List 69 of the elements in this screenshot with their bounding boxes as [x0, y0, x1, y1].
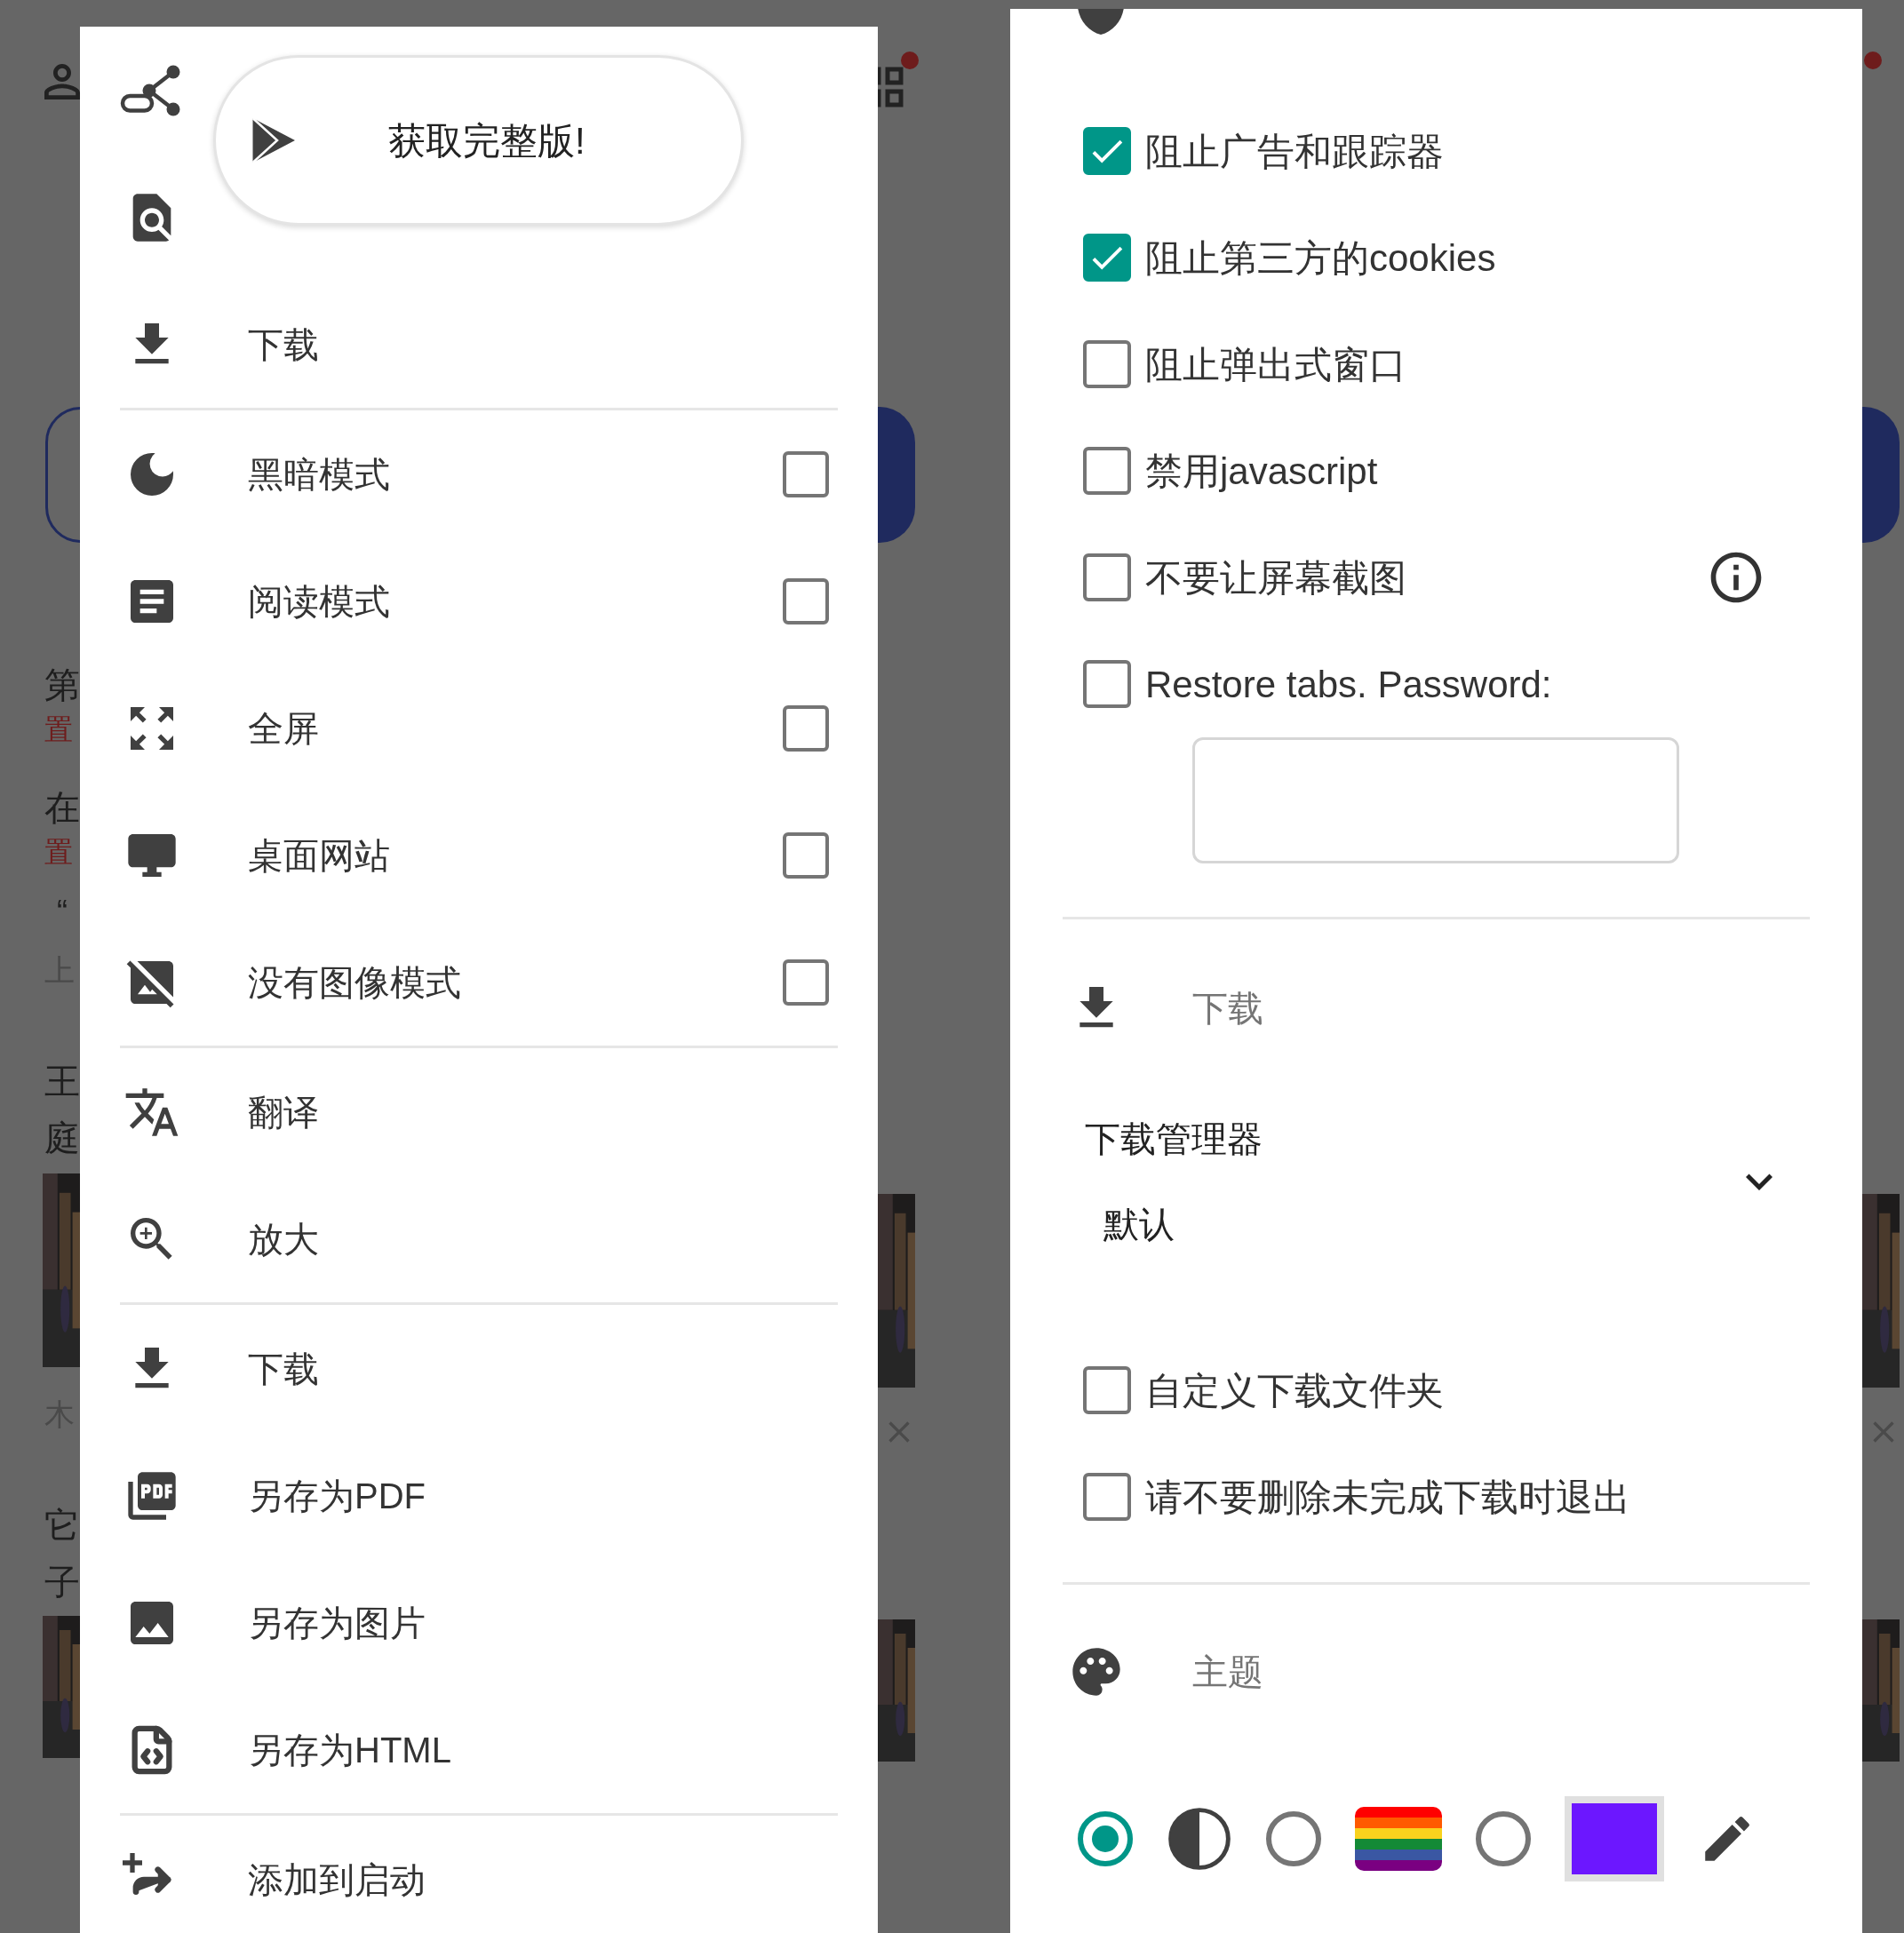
section-title: 下载 [1192, 988, 1263, 1030]
background-text: 在 [44, 790, 80, 825]
menu-label: 阅读模式 [248, 580, 391, 623]
menu-item[interactable]: 黑暗模式 [80, 410, 878, 537]
menu-item[interactable]: 放大 [80, 1175, 878, 1302]
checkbox[interactable] [783, 831, 829, 879]
menu-item[interactable]: 另存为HTML [80, 1686, 878, 1813]
background-text: 置 [44, 838, 74, 866]
color-swatch[interactable] [1565, 1796, 1664, 1881]
menu-item[interactable]: 桌面网站 [80, 791, 878, 919]
checkbox[interactable] [783, 959, 829, 1006]
menu-label: 另存为PDF [248, 1475, 426, 1517]
checkbox[interactable] [1083, 127, 1131, 175]
background-text: 第 [44, 667, 80, 703]
background-text: 它 [44, 1507, 80, 1543]
option-label: 阻止广告和跟踪器 [1145, 129, 1445, 174]
download-manager-dropdown[interactable]: 下载管理器 默认 [1010, 1097, 1862, 1266]
section-title: 主题 [1192, 1651, 1263, 1693]
option-label: 自定义下载文件夹 [1145, 1368, 1444, 1413]
menu-item[interactable]: 没有图像模式 [80, 919, 878, 1046]
checkbox[interactable] [1083, 234, 1131, 282]
password-field[interactable] [1192, 737, 1679, 863]
radio-button[interactable] [1078, 1811, 1133, 1866]
dropdown-label: 下载管理器 [1085, 1121, 1263, 1157]
background-text: 庭 [44, 1120, 80, 1156]
menu-item[interactable]: 全屏 [80, 664, 878, 791]
option-label: 禁用javascript [1145, 449, 1379, 494]
menu-label: 没有图像模式 [248, 961, 462, 1004]
menu-label: 翻译 [248, 1091, 320, 1134]
background-text: “ [56, 896, 68, 928]
menu-label: 下载 [248, 1348, 320, 1390]
menu-label: 下载 [248, 323, 320, 366]
menu-label: 放大 [248, 1218, 320, 1261]
checkbox[interactable] [1083, 340, 1131, 388]
menu-item[interactable]: 下载 [80, 281, 878, 408]
menu-label: 黑暗模式 [248, 453, 391, 496]
option-label: 请不要删除未完成下载时退出 [1145, 1475, 1630, 1520]
menu-item[interactable]: 翻译 [80, 1048, 878, 1175]
background-text: 置 [44, 715, 74, 744]
option-label: 不要让屏幕截图 [1145, 555, 1407, 601]
contrast-icon[interactable] [1167, 1806, 1232, 1872]
rainbow-flag-icon[interactable] [1355, 1807, 1442, 1871]
menu-label: 另存为HTML [248, 1729, 452, 1771]
radio-button[interactable] [1266, 1811, 1321, 1866]
checkbox[interactable] [783, 450, 829, 497]
radio-button[interactable] [1476, 1811, 1531, 1866]
menu-item[interactable]: 添加到启动 [80, 1816, 878, 1933]
menu-item[interactable]: 阅读模式 [80, 537, 878, 664]
menu-label: 添加到启动 [248, 1858, 426, 1901]
get-full-version-button[interactable]: 获取完整版! [213, 55, 744, 226]
dropdown-value: 默认 [1103, 1206, 1175, 1242]
checkbox[interactable] [783, 577, 829, 624]
checkbox[interactable] [783, 704, 829, 752]
menu-item[interactable]: 另存为图片 [80, 1559, 878, 1686]
menu-item[interactable]: 另存为PDF [80, 1432, 878, 1559]
checkbox[interactable] [1083, 660, 1131, 708]
menu-label: 另存为图片 [248, 1602, 426, 1644]
background-text: 子 [44, 1564, 80, 1600]
checkbox[interactable] [1083, 1473, 1131, 1521]
checkbox[interactable] [1083, 553, 1131, 601]
option-label: Restore tabs. Password: [1145, 662, 1553, 707]
checkbox[interactable] [1083, 1366, 1131, 1414]
option-label: 阻止第三方的cookies [1145, 235, 1497, 281]
menu-label: 桌面网站 [248, 834, 391, 877]
menu-item[interactable]: 下载 [80, 1305, 878, 1432]
background-text: 王 [44, 1063, 80, 1099]
menu-label: 全屏 [248, 707, 320, 750]
option-label: 阻止弹出式窗口 [1145, 342, 1407, 387]
checkbox[interactable] [1083, 447, 1131, 495]
